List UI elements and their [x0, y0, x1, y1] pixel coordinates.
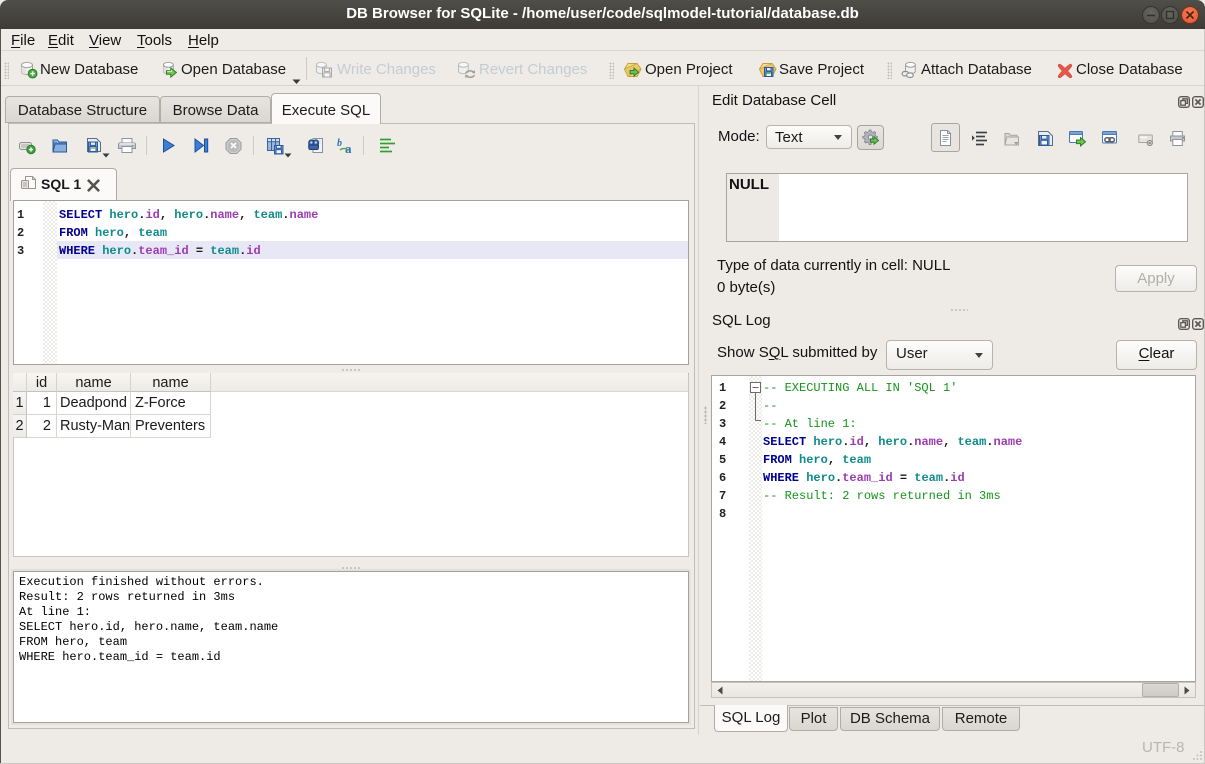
- svg-text:b: b: [337, 138, 342, 149]
- svg-text:a: a: [345, 141, 352, 155]
